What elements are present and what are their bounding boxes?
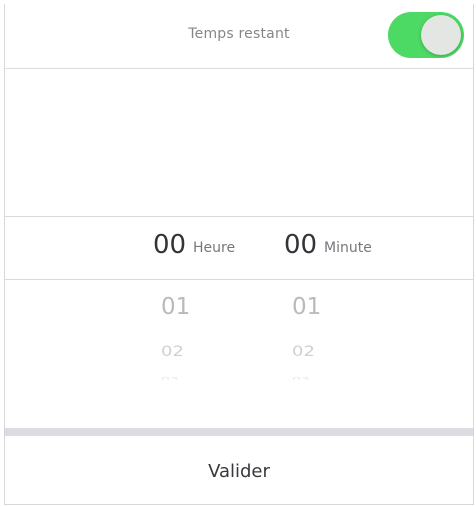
minutes-selected-value: 00 [284,230,318,260]
footer-separator [5,428,473,436]
hours-option[interactable]: 02 [161,343,184,360]
validate-button[interactable]: Valider [5,436,473,504]
minutes-option[interactable]: 03 [292,376,310,379]
hours-option[interactable]: 03 [161,376,179,379]
timer-panel: Temps restant 00 Heure 01 02 03 00 Minut… [4,4,474,505]
toggle-knob [421,15,461,55]
minutes-unit-label: Minute [324,240,372,256]
header-bar: Temps restant [5,4,473,69]
remaining-time-toggle[interactable] [388,12,464,58]
minutes-option[interactable]: 01 [292,294,321,320]
content-area [5,69,473,216]
hours-selected-value: 00 [153,230,187,260]
time-picker[interactable]: 00 Heure 01 02 03 00 Minute 01 02 03 [5,216,473,428]
hours-unit-label: Heure [193,240,236,256]
picker-selection-band [5,216,473,280]
hours-option[interactable]: 01 [161,294,190,320]
minutes-option[interactable]: 02 [292,343,315,360]
